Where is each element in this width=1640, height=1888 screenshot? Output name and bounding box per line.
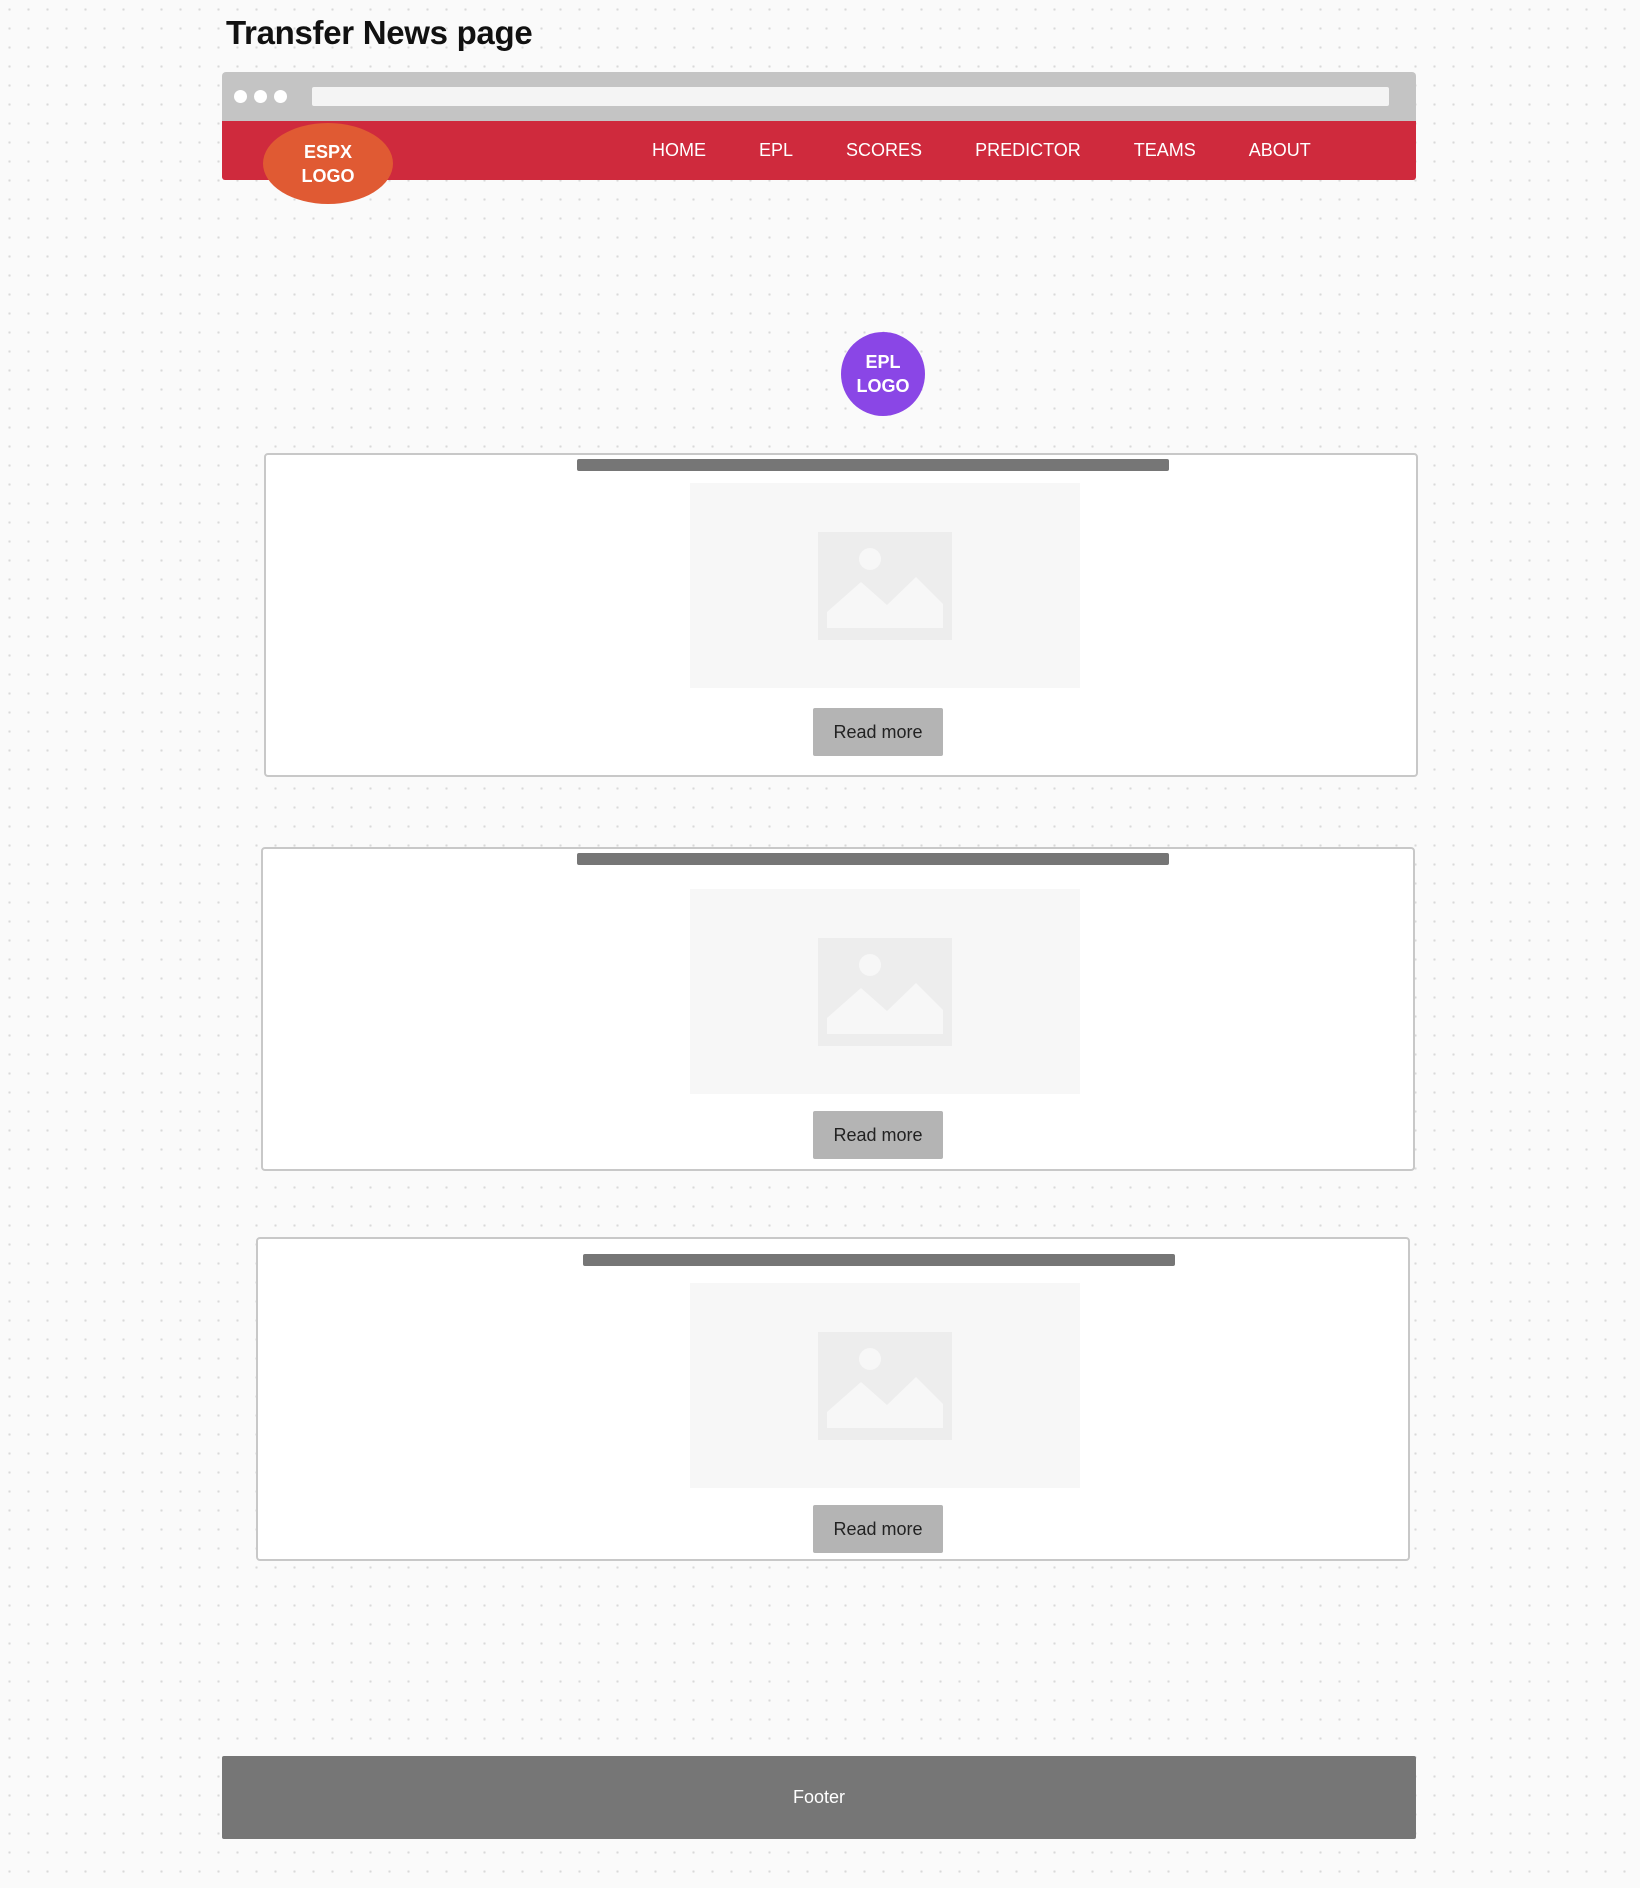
- address-bar[interactable]: [312, 87, 1389, 106]
- footer-label: Footer: [792, 1787, 846, 1807]
- news-card: Read more: [256, 1237, 1410, 1561]
- espx-logo-line2: LOGO: [301, 165, 355, 186]
- image-placeholder-icon: [818, 938, 952, 1046]
- window-dot: [274, 90, 287, 103]
- main-nav: HOME EPL SCORES PREDICTOR TEAMS ABOUT: [652, 121, 1311, 180]
- nav-item-about[interactable]: ABOUT: [1249, 140, 1311, 161]
- nav-item-predictor[interactable]: PREDICTOR: [975, 140, 1081, 161]
- image-placeholder-icon: [818, 532, 952, 640]
- espx-logo[interactable]: ESPX LOGO: [263, 123, 393, 204]
- nav-item-epl[interactable]: EPL: [759, 140, 793, 161]
- top-navbar: HOME EPL SCORES PREDICTOR TEAMS ABOUT: [222, 121, 1416, 180]
- browser-chrome: [222, 72, 1416, 121]
- read-more-button[interactable]: Read more: [813, 1111, 943, 1159]
- epl-logo: EPL LOGO: [841, 332, 925, 416]
- card-headline-placeholder: [577, 853, 1169, 865]
- card-image: [690, 483, 1080, 688]
- news-card: Read more: [264, 453, 1418, 777]
- epl-logo-line2: LOGO: [856, 376, 910, 396]
- epl-logo-line1: EPL: [865, 352, 901, 372]
- card-headline-placeholder: [577, 459, 1169, 471]
- nav-item-teams[interactable]: TEAMS: [1134, 140, 1196, 161]
- card-image: [690, 1283, 1080, 1488]
- espx-logo-line1: ESPX: [303, 141, 353, 162]
- nav-item-scores[interactable]: SCORES: [846, 140, 922, 161]
- window-dot: [234, 90, 247, 103]
- image-placeholder-icon: [818, 1332, 952, 1440]
- page-footer: Footer: [222, 1756, 1416, 1839]
- read-more-button[interactable]: Read more: [813, 708, 943, 756]
- window-dot: [254, 90, 267, 103]
- read-more-button[interactable]: Read more: [813, 1505, 943, 1553]
- card-headline-placeholder: [583, 1254, 1175, 1266]
- nav-item-home[interactable]: HOME: [652, 140, 706, 161]
- page-title: Transfer News page: [226, 14, 533, 51]
- news-card: Read more: [261, 847, 1415, 1171]
- card-image: [690, 889, 1080, 1094]
